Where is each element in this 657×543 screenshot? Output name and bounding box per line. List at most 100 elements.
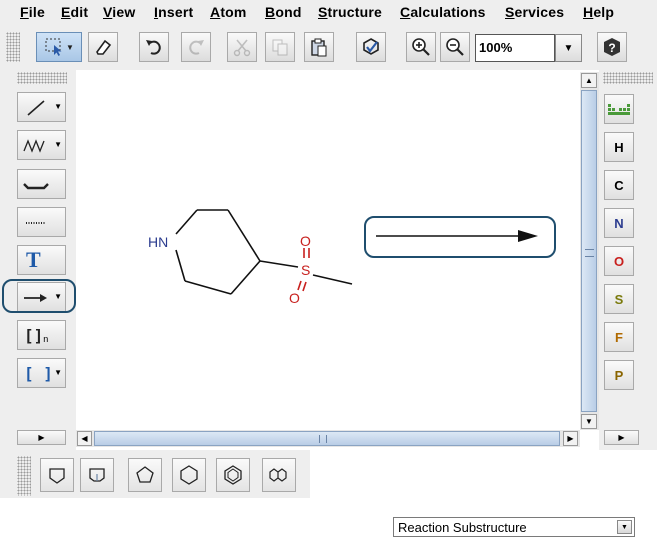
text-tool-button[interactable]: T: [17, 245, 66, 275]
menu-help[interactable]: Help: [583, 4, 614, 20]
right-panel-scroll-button[interactable]: ▶: [604, 430, 639, 445]
element-p-button[interactable]: P: [604, 360, 634, 390]
cyclopentane-button[interactable]: [128, 458, 162, 492]
svg-text:?: ?: [608, 41, 615, 55]
cyclopropane-icon: [49, 468, 65, 484]
redo-button[interactable]: [181, 32, 211, 62]
benzene-button[interactable]: [216, 458, 250, 492]
c-s-bond: [259, 260, 299, 268]
ring-bond: [184, 280, 232, 295]
menu-structure[interactable]: Structure: [318, 4, 382, 20]
periodic-table-icon: [608, 104, 630, 115]
copy-button[interactable]: [265, 32, 295, 62]
menu-services[interactable]: Services: [505, 4, 564, 20]
zoom-in-button[interactable]: [406, 32, 436, 62]
check-structure-button[interactable]: [356, 32, 386, 62]
chain-button[interactable]: ▼: [17, 130, 66, 160]
toolbar-grip[interactable]: [17, 456, 31, 496]
panel-grip[interactable]: [603, 72, 653, 84]
vertical-scroll-thumb[interactable]: [581, 90, 597, 412]
naphthalene-button[interactable]: [262, 458, 296, 492]
chevron-down-icon: ▼: [54, 140, 62, 149]
cut-button[interactable]: [227, 32, 257, 62]
menu-view[interactable]: View: [103, 4, 135, 20]
bracket-button[interactable]: [ ] ▼: [17, 358, 66, 388]
menu-atom[interactable]: Atom: [210, 4, 247, 20]
selection-icon: [45, 38, 62, 56]
zoom-out-button[interactable]: [440, 32, 470, 62]
horizontal-scroll-thumb[interactable]: [94, 431, 560, 446]
element-c-button[interactable]: C: [604, 170, 634, 200]
chevron-down-icon: ▼: [563, 42, 574, 54]
left-panel-scroll-button[interactable]: ▶: [17, 430, 66, 445]
reaction-arrow-highlight: [364, 216, 556, 258]
paste-icon: [311, 38, 327, 57]
cyclopropane-button[interactable]: [40, 458, 74, 492]
bracket-label: [ ]: [24, 363, 53, 383]
paste-button[interactable]: [304, 32, 334, 62]
chevron-left-icon: ◀: [81, 434, 88, 443]
eraser-icon: [96, 39, 112, 55]
cyclopentane-icon: [136, 466, 154, 483]
element-o-button[interactable]: O: [604, 246, 634, 276]
zoom-input[interactable]: 100%: [475, 34, 555, 62]
periodic-table-button[interactable]: [604, 94, 634, 124]
help-icon: ?: [604, 38, 620, 56]
menu-bar: File Edit View Insert Atom Bond Structur…: [0, 0, 657, 26]
scroll-down-button[interactable]: ▼: [581, 414, 597, 429]
chevron-right-icon: ▶: [618, 433, 625, 442]
text-tool-label: T: [26, 247, 41, 272]
naphthalene-icon: [269, 468, 287, 482]
cut-icon: [233, 39, 251, 57]
menu-insert[interactable]: Insert: [154, 4, 193, 20]
panel-grip[interactable]: [17, 72, 67, 84]
help-button[interactable]: ?: [597, 32, 627, 62]
query-mode-value: Reaction Substructure: [398, 520, 527, 535]
cyclohexane-icon: [180, 465, 198, 485]
menu-bond[interactable]: Bond: [265, 4, 302, 20]
element-f-button[interactable]: F: [604, 322, 634, 352]
dashed-line-button[interactable]: [17, 207, 66, 237]
cyclohexane-button[interactable]: [172, 458, 206, 492]
sgroup-button[interactable]: [] n: [17, 320, 66, 350]
grip-icon: [319, 435, 327, 443]
query-mode-dropdown-button[interactable]: ▼: [617, 520, 632, 534]
drawing-tools-panel: ▼ ▼ T ▼ [] n [ ] ▼ ▶: [0, 70, 76, 450]
chevron-up-icon: ▲: [585, 76, 593, 85]
scroll-right-button[interactable]: ▶: [563, 431, 578, 446]
element-n-button[interactable]: N: [604, 208, 634, 238]
selection-button[interactable]: ▼: [36, 32, 82, 62]
graphics-line-button[interactable]: [17, 169, 66, 199]
chevron-down-icon: ▼: [54, 102, 62, 111]
sulfur-atom-label: S: [301, 262, 310, 278]
query-mode-select[interactable]: Reaction Substructure ▼: [393, 517, 635, 537]
toolbar-grip[interactable]: [6, 32, 20, 62]
s-o-double-bond: [297, 280, 302, 291]
ring-bond: [175, 249, 186, 282]
element-palette: H C N O S F P ▶: [599, 70, 657, 450]
cyclobutane-button[interactable]: [80, 458, 114, 492]
vertical-scrollbar[interactable]: ▲ ▼: [580, 72, 599, 430]
element-h-button[interactable]: H: [604, 132, 634, 162]
undo-icon: [146, 40, 161, 55]
dashed-line-icon: [26, 222, 46, 224]
ring-bond: [230, 260, 261, 295]
horizontal-scrollbar[interactable]: ◀ ▶: [76, 430, 580, 447]
zoom-dropdown-button[interactable]: ▼: [555, 34, 582, 62]
chevron-down-icon: ▼: [621, 523, 628, 531]
single-bond-button[interactable]: ▼: [17, 92, 66, 122]
scroll-up-button[interactable]: ▲: [581, 73, 597, 88]
menu-edit[interactable]: Edit: [61, 4, 88, 20]
single-bond-icon: [27, 100, 45, 116]
arrow-tool-highlight: [2, 279, 76, 313]
element-s-button[interactable]: S: [604, 284, 634, 314]
chevron-down-icon: ▼: [585, 417, 593, 426]
scroll-left-button[interactable]: ◀: [77, 431, 92, 446]
undo-button[interactable]: [139, 32, 169, 62]
graphics-line-icon: [23, 183, 49, 190]
chevron-down-icon: ▼: [66, 42, 74, 52]
menu-calculations[interactable]: Calculations: [400, 4, 486, 20]
menu-file[interactable]: File: [20, 4, 45, 20]
chevron-right-icon: ▶: [38, 433, 45, 442]
eraser-button[interactable]: [88, 32, 118, 62]
